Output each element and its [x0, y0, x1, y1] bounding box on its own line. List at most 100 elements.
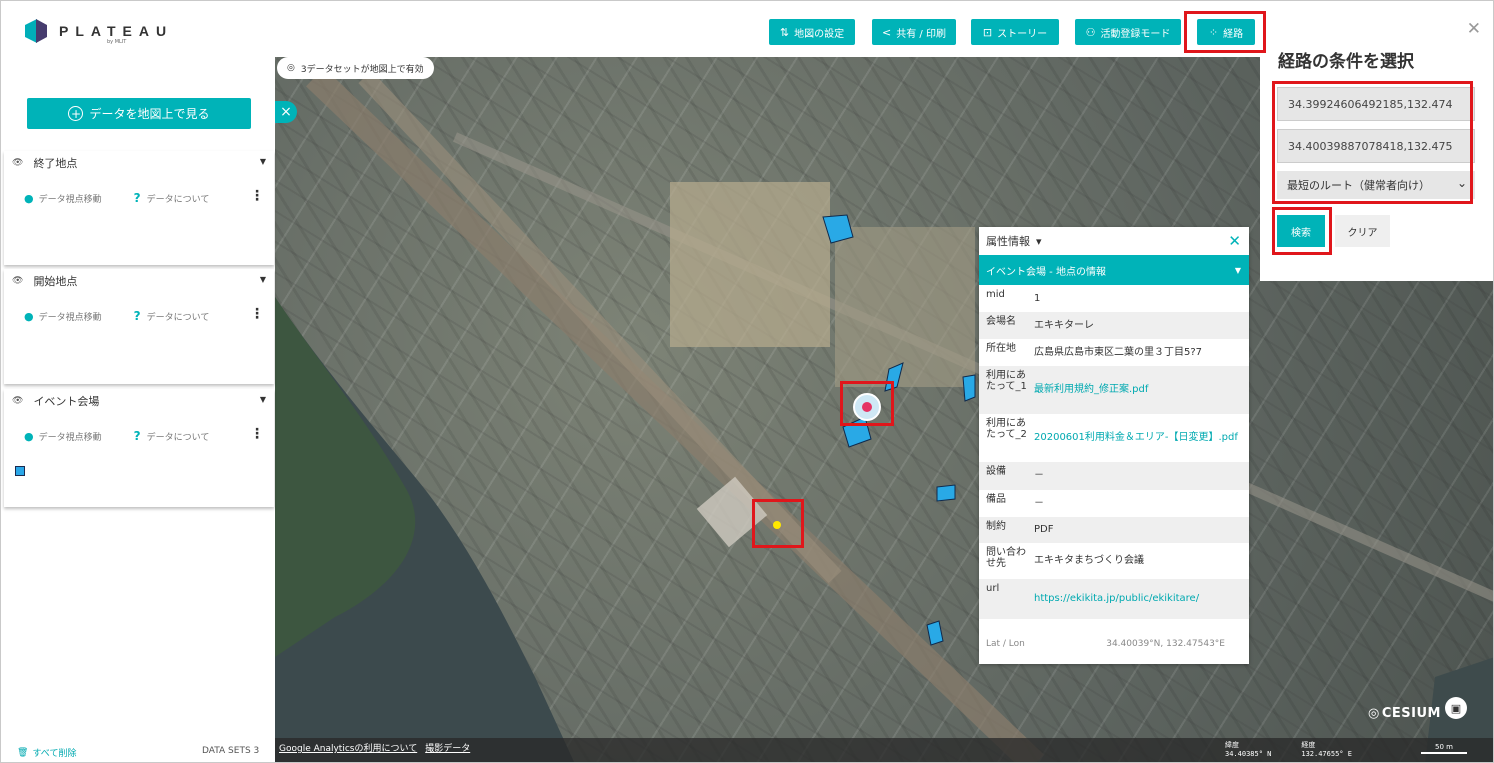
layer-header[interactable]: 👁 終了地点 ▼	[4, 151, 274, 175]
more-options-icon[interactable]: ⋮	[250, 426, 264, 442]
layer-header[interactable]: 👁 開始地点 ▼	[4, 269, 274, 293]
attr-key: 備品	[986, 494, 1006, 505]
delete-all-button[interactable]: 🗑 すべて削除	[17, 746, 77, 760]
feature-title: イベント会場 - 地点の情報	[986, 266, 1106, 278]
attribute-title: 属性情報	[986, 235, 1030, 248]
plus-circle-icon: +	[68, 106, 84, 121]
end-point-input[interactable]: 34.40039887078418,132.475	[1277, 129, 1475, 163]
more-options-icon[interactable]: ⋮	[250, 306, 264, 322]
question-icon[interactable]: ?	[134, 309, 141, 323]
delete-all-label: すべて削除	[32, 749, 77, 759]
attr-key: 会場名	[986, 316, 1016, 327]
coordinate-readout: 緯度 34.40385° N 経度 132.47655° E	[1225, 741, 1352, 759]
share-print-label: 共有 / 印刷	[896, 28, 946, 40]
caret-down-icon[interactable]: ▼	[260, 157, 266, 166]
search-button[interactable]: 検索	[1277, 215, 1325, 247]
attr-value: －	[1034, 497, 1044, 509]
plateau-logo[interactable]: PLATEAU by MLIT	[25, 19, 173, 45]
analytics-link[interactable]: Google Analyticsの利用について	[279, 741, 417, 754]
layer-actions: ● データ視点移動 ? データについて ⋮	[24, 188, 264, 205]
close-icon[interactable]: ✕	[1467, 19, 1481, 39]
layer-name: 終了地点	[33, 157, 78, 170]
map-settings-label: 地図の設定	[794, 28, 845, 40]
latitude-label: 緯度	[1225, 741, 1239, 749]
story-button[interactable]: ⊡ ストーリー	[971, 19, 1059, 45]
eye-icon[interactable]: 👁	[12, 276, 23, 286]
attr-row: 利用にあたって_2 20200601利用料金＆エリア-【日変更】.pdf	[979, 414, 1249, 462]
latlon-value: 34.40039°N, 132.47543°E	[1106, 639, 1225, 649]
eye-icon[interactable]: 👁	[12, 158, 23, 168]
more-options-icon[interactable]: ⋮	[250, 188, 264, 204]
map-settings-button[interactable]: ⇅ 地図の設定	[769, 19, 855, 45]
about-data-link[interactable]: データについて	[147, 192, 210, 205]
question-icon[interactable]: ?	[134, 191, 141, 205]
route-icon: ⁘	[1208, 25, 1219, 39]
longitude-readout: 経度 132.47655° E	[1301, 741, 1352, 759]
attr-link[interactable]: 20200601利用料金＆エリア-【日変更】.pdf	[1034, 414, 1249, 462]
logo-subtext: by MLIT	[107, 39, 127, 45]
story-label: ストーリー	[997, 28, 1048, 40]
feedback-icon[interactable]: ▣	[1445, 697, 1467, 719]
chevron-down-icon: ⌄	[1456, 176, 1467, 190]
share-print-button[interactable]: < 共有 / 印刷	[872, 19, 956, 45]
route-mode-value: 最短のルート（健常者向け）	[1287, 179, 1430, 192]
latitude-readout: 緯度 34.40385° N	[1225, 741, 1271, 759]
trash-icon: 🗑	[17, 747, 29, 758]
route-mode-select[interactable]: 最短のルート（健常者向け） ⌄	[1277, 171, 1475, 199]
layer-header[interactable]: 👁 イベント会場 ▼	[4, 389, 274, 413]
footer-links: Google Analyticsの利用について 撮影データ	[279, 741, 470, 754]
story-icon: ⊡	[982, 25, 993, 39]
attr-value: 広島県広島市東区二葉の里３丁目5?7	[1034, 346, 1203, 358]
attribute-header[interactable]: 属性情報 ▾ ✕	[979, 227, 1249, 255]
attr-row: 備品 －	[979, 490, 1249, 517]
cesium-logo[interactable]: ◎ CESIUM	[1368, 706, 1441, 721]
map-pin-icon[interactable]: ●	[24, 430, 34, 443]
close-icon[interactable]: ✕	[1228, 232, 1241, 250]
attr-key: 利用にあたって_1	[986, 370, 1027, 392]
scale-bar: 50 m	[1421, 743, 1467, 754]
active-datasets-chip: ◎ 3データセットが地図上で有効	[277, 57, 434, 79]
route-panel: ✕ 経路の条件を選択 34.39924606492185,132.474 34.…	[1260, 1, 1493, 281]
attr-value: －	[1034, 470, 1044, 481]
datasets-count: DATA SETS 3	[202, 746, 260, 756]
route-label: 経路	[1223, 28, 1244, 40]
attr-value: 1	[1034, 292, 1041, 304]
attr-row: 設備 －	[979, 462, 1249, 490]
add-data-button[interactable]: + データを地図上で見る	[27, 98, 251, 129]
about-data-link[interactable]: データについて	[147, 430, 210, 443]
attr-key: 利用にあたって_2	[986, 418, 1027, 440]
add-data-label: データを地図上で見る	[89, 107, 210, 121]
about-data-link[interactable]: データについて	[147, 310, 210, 323]
eye-icon[interactable]: 👁	[12, 396, 23, 406]
attr-link[interactable]: 最新利用規約_修正案.pdf	[1034, 366, 1249, 414]
attr-row: 会場名 エキキターレ	[979, 312, 1249, 339]
longitude-value: 132.47655° E	[1301, 750, 1352, 758]
caret-down-icon[interactable]: ▼	[260, 275, 266, 284]
attr-link[interactable]: https://ekikita.jp/public/ekikitare/	[1034, 579, 1249, 619]
layer-card-event-venue: 👁 イベント会場 ▼ ● データ視点移動 ? データについて ⋮	[4, 389, 274, 507]
map-pin-icon[interactable]: ●	[24, 192, 34, 205]
collapse-sidebar-button[interactable]: ×	[275, 101, 297, 123]
imagery-credit-link[interactable]: 撮影データ	[425, 741, 470, 754]
clear-button[interactable]: クリア	[1335, 215, 1390, 247]
activity-mode-button[interactable]: ⚇ 活動登録モード	[1075, 19, 1181, 45]
caret-down-icon[interactable]: ▼	[260, 395, 266, 404]
attr-value: PDF	[1034, 524, 1054, 535]
move-to-data-link[interactable]: データ視点移動	[39, 430, 102, 443]
cesium-icon: ◎	[1368, 706, 1380, 721]
map-pin-icon[interactable]: ●	[24, 310, 34, 323]
move-to-data-link[interactable]: データ視点移動	[39, 192, 102, 205]
layer-name: イベント会場	[33, 395, 100, 408]
move-to-data-link[interactable]: データ視点移動	[39, 310, 102, 323]
route-button[interactable]: ⁘ 経路	[1197, 19, 1255, 45]
feature-header[interactable]: イベント会場 - 地点の情報 ▼	[979, 255, 1249, 285]
question-icon[interactable]: ?	[134, 429, 141, 443]
layer-card-end-point: 👁 終了地点 ▼ ● データ視点移動 ? データについて ⋮	[4, 151, 274, 265]
attr-value: エキキターレ	[1034, 319, 1094, 331]
caret-down-icon: ▼	[1234, 266, 1241, 275]
caret-down-icon[interactable]: ▾	[1036, 235, 1042, 248]
cesium-label: CESIUM	[1381, 706, 1441, 721]
start-point-input[interactable]: 34.39924606492185,132.474	[1277, 87, 1475, 121]
attr-row: 利用にあたって_1 最新利用規約_修正案.pdf	[979, 366, 1249, 414]
activity-mode-label: 活動登録モード	[1100, 28, 1171, 40]
